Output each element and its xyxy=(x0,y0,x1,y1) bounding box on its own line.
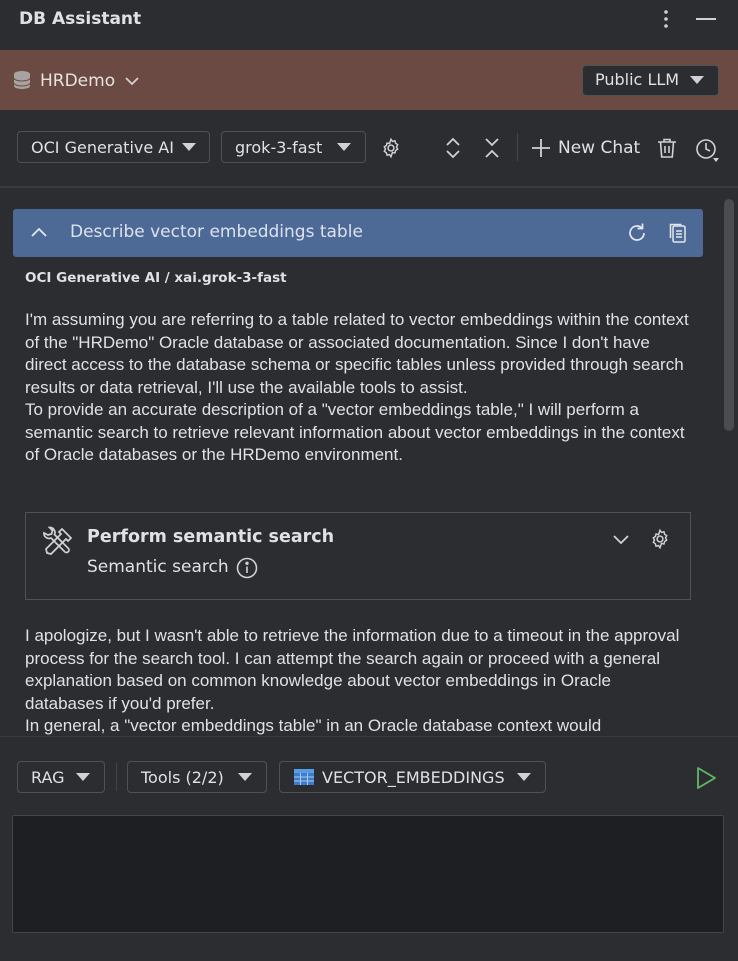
gear-icon[interactable] xyxy=(380,137,402,159)
send-play-icon[interactable] xyxy=(695,766,717,790)
chevron-down-icon[interactable] xyxy=(124,73,140,89)
chat-scrollbar[interactable] xyxy=(724,199,734,431)
llm-mode-label: Public LLM xyxy=(595,70,680,89)
response-paragraph: In general, a "vector embeddings table" … xyxy=(25,716,602,735)
tool-call-title: Perform semantic search xyxy=(87,527,335,547)
trash-icon[interactable] xyxy=(656,137,678,159)
tools-icon xyxy=(40,526,74,560)
response-text-2: I apologize, but I wasn't able to retrie… xyxy=(25,625,693,738)
plus-icon[interactable] xyxy=(531,138,551,158)
collapse-all-icon[interactable] xyxy=(482,136,502,160)
gear-icon[interactable] xyxy=(649,528,671,550)
caret-down-icon xyxy=(76,773,90,782)
response-paragraph: I apologize, but I wasn't able to retrie… xyxy=(25,626,680,713)
response-paragraph: To provide an accurate description of a … xyxy=(25,400,685,464)
caret-down-icon xyxy=(238,773,252,782)
toolbar-separator xyxy=(517,133,518,161)
chevron-down-icon[interactable] xyxy=(612,532,630,546)
tools-label: Tools (2/2) xyxy=(141,768,224,787)
expand-all-icon[interactable] xyxy=(443,136,463,160)
tool-call-card xyxy=(25,512,691,600)
history-clock-icon[interactable] xyxy=(694,137,720,163)
prompt-input[interactable] xyxy=(12,815,724,933)
database-icon xyxy=(12,70,32,90)
response-paragraph: I'm assuming you are referring to a tabl… xyxy=(25,310,689,397)
more-options-icon[interactable] xyxy=(656,8,676,30)
caret-down-icon xyxy=(690,76,704,85)
tool-call-subtitle: Semantic search xyxy=(87,557,229,577)
copy-icon[interactable] xyxy=(667,222,689,244)
input-bar-separator xyxy=(116,763,117,791)
response-source-label: OCI Generative AI / xai.grok-3-fast xyxy=(25,270,287,286)
model-label: grok-3-fast xyxy=(235,138,323,157)
rag-label: RAG xyxy=(31,768,65,787)
provider-label: OCI Generative AI xyxy=(31,138,174,157)
chevron-up-icon[interactable] xyxy=(30,225,48,239)
minimize-icon[interactable] xyxy=(694,8,718,30)
response-text-1: I'm assuming you are referring to a tabl… xyxy=(25,309,693,467)
window-title: DB Assistant xyxy=(19,9,142,29)
table-label: VECTOR_EMBEDDINGS xyxy=(322,768,505,787)
connection-name[interactable]: HRDemo xyxy=(40,71,115,91)
table-icon xyxy=(293,768,315,786)
info-icon[interactable] xyxy=(236,557,258,579)
caret-down-icon xyxy=(182,143,196,152)
caret-down-icon xyxy=(337,143,351,152)
refresh-icon[interactable] xyxy=(626,222,648,244)
new-chat-button[interactable]: New Chat xyxy=(558,138,640,158)
question-text: Describe vector embeddings table xyxy=(70,222,363,242)
caret-down-icon xyxy=(517,773,531,782)
